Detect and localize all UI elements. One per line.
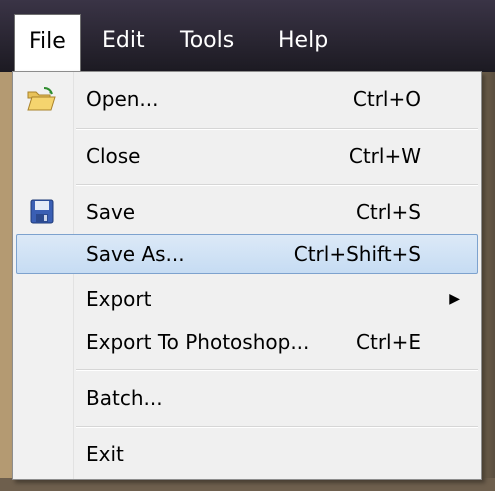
- submenu-arrow-icon: ▶: [449, 291, 460, 307]
- open-folder-icon: [26, 86, 56, 112]
- menu-item-label: Close: [86, 144, 141, 168]
- menu-item-export-to-photoshop[interactable]: Export To Photoshop... Ctrl+E: [16, 322, 478, 362]
- menubar: File Edit Tools Help: [0, 0, 495, 72]
- menu-separator: [76, 184, 478, 186]
- menu-item-shortcut: Ctrl+E: [356, 330, 421, 354]
- menu-help[interactable]: Help: [272, 24, 334, 58]
- menu-separator: [76, 369, 478, 371]
- menu-item-label: Exit: [86, 442, 124, 466]
- menu-item-label: Open...: [86, 87, 159, 111]
- menu-item-save-as[interactable]: Save As... Ctrl+Shift+S: [16, 234, 478, 274]
- menu-tools[interactable]: Tools: [174, 24, 240, 58]
- menu-item-close[interactable]: Close Ctrl+W: [16, 136, 478, 176]
- menu-item-exit[interactable]: Exit: [16, 434, 478, 474]
- menu-item-label: Save: [86, 200, 136, 224]
- menu-item-open[interactable]: Open... Ctrl+O: [16, 79, 478, 119]
- menu-item-batch[interactable]: Batch...: [16, 378, 478, 418]
- menu-separator: [76, 426, 478, 428]
- menu-item-save[interactable]: Save Ctrl+S: [16, 192, 478, 232]
- menu-item-shortcut: Ctrl+Shift+S: [293, 242, 421, 266]
- menu-item-label: Save As...: [86, 242, 185, 266]
- file-menu-dropdown: Open... Ctrl+O Close Ctrl+W Save Ctrl+S …: [12, 71, 482, 480]
- menu-item-shortcut: Ctrl+S: [355, 200, 421, 224]
- menu-item-label: Export To Photoshop...: [86, 330, 310, 354]
- menu-item-shortcut: Ctrl+W: [348, 144, 421, 168]
- menu-file[interactable]: File: [14, 14, 81, 72]
- menu-item-shortcut: Ctrl+O: [352, 87, 421, 111]
- menu-item-export[interactable]: Export ▶: [16, 279, 478, 319]
- menu-item-label: Batch...: [86, 386, 163, 410]
- menu-separator: [76, 128, 478, 130]
- menu-item-label: Export: [86, 287, 152, 311]
- save-disk-icon: [26, 199, 56, 225]
- menu-edit[interactable]: Edit: [96, 24, 151, 58]
